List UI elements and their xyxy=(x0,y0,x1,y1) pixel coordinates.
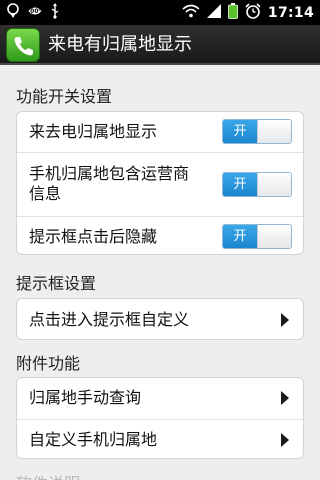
pin-icon xyxy=(6,2,20,23)
setting-label: 来去电归属地显示 xyxy=(29,122,158,141)
toggle-switch-location-include-carrier[interactable]: 开 xyxy=(222,172,292,197)
menu-item-manual-lookup[interactable]: 归属地手动查询 xyxy=(17,378,303,419)
menu-item-custom-location[interactable]: 自定义手机归属地 xyxy=(17,419,303,458)
status-bar: 100% 17:14 xyxy=(0,0,320,25)
toggle-on-label: 开 xyxy=(223,120,257,143)
wifi-icon xyxy=(182,3,200,22)
menu-item-label: 点击进入提示框自定义 xyxy=(29,310,190,329)
battery-icon xyxy=(228,2,238,23)
toggle-on-label: 开 xyxy=(223,173,257,196)
signal-icon xyxy=(206,3,221,22)
toggle-switch-incoming-outgoing-location[interactable]: 开 xyxy=(222,119,292,144)
menu-item-label: 自定义手机归属地 xyxy=(29,430,158,449)
status-clock: 17:14 xyxy=(267,4,314,21)
extras-card: 归属地手动查询 自定义手机归属地 xyxy=(16,377,304,459)
chevron-right-icon xyxy=(281,313,289,327)
toggle-knob xyxy=(257,120,291,143)
app-icon xyxy=(6,28,40,62)
chevron-right-icon xyxy=(281,433,289,447)
setting-row-incoming-outgoing-location[interactable]: 来去电归属地显示 开 xyxy=(17,112,303,152)
toggle-switch-hide-popup-on-click[interactable]: 开 xyxy=(222,224,292,249)
menu-item-label: 归属地手动查询 xyxy=(29,388,142,407)
battery-percent: 100% xyxy=(26,7,45,15)
section-header-popup: 提示框设置 xyxy=(16,274,97,293)
section-header-about: 软件说明 xyxy=(16,470,80,480)
battery-full-icon: 100% xyxy=(26,3,45,23)
popup-card: 点击进入提示框自定义 xyxy=(16,298,304,340)
menu-item-popup-customize[interactable]: 点击进入提示框自定义 xyxy=(17,299,303,339)
setting-label-line2: 信息 xyxy=(29,184,62,203)
settings-content[interactable]: 功能开关设置 来去电归属地显示 开 手机归属地包含运营商 信息 开 提示框点击后… xyxy=(0,67,320,480)
toggle-knob xyxy=(257,225,291,248)
toggle-on-label: 开 xyxy=(223,225,257,248)
app-title: 来电有归属地显示 xyxy=(48,34,192,55)
title-bar: 来电有归属地显示 xyxy=(0,25,320,65)
setting-row-hide-popup-on-click[interactable]: 提示框点击后隐藏 开 xyxy=(17,216,303,254)
chevron-right-icon xyxy=(281,391,289,405)
setting-row-location-include-carrier[interactable]: 手机归属地包含运营商 信息 开 xyxy=(17,152,303,216)
alarm-icon xyxy=(245,2,261,23)
switches-card: 来去电归属地显示 开 手机归属地包含运营商 信息 开 提示框点击后隐藏 开 xyxy=(16,111,304,255)
usb-icon xyxy=(50,2,60,23)
toggle-knob xyxy=(257,173,291,196)
setting-label: 提示框点击后隐藏 xyxy=(29,227,158,246)
section-header-extras: 附件功能 xyxy=(16,354,81,373)
phone-icon xyxy=(14,37,33,56)
section-header-switches: 功能开关设置 xyxy=(16,87,113,106)
setting-label-line1: 手机归属地包含运营商 xyxy=(29,164,190,183)
